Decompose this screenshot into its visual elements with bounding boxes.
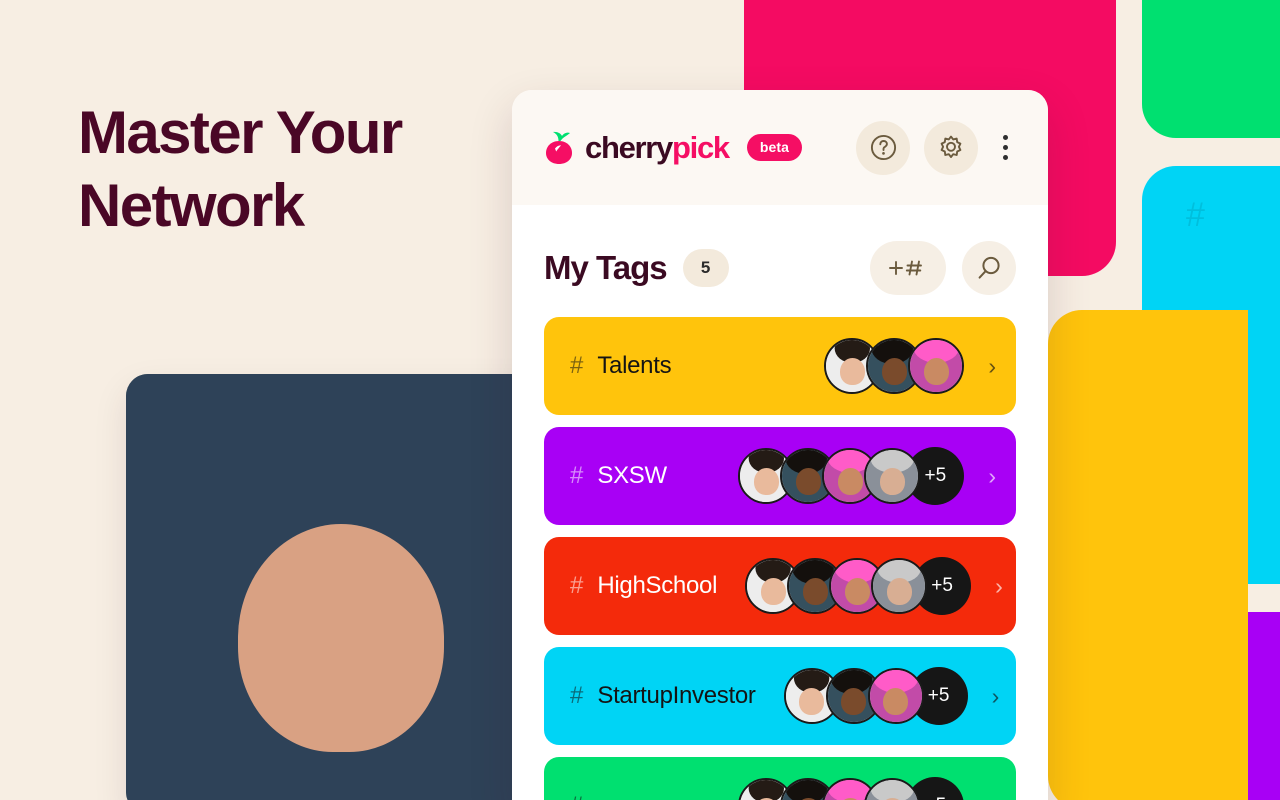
avatar-stack: +5	[745, 557, 972, 615]
kebab-menu-icon[interactable]	[992, 135, 1018, 160]
hash-icon: #	[570, 572, 584, 599]
hash-icon: #	[570, 792, 583, 800]
brand-name-second: pick	[672, 129, 730, 165]
tags-count-badge: 5	[682, 249, 729, 287]
chevron-right-icon[interactable]: ›	[995, 573, 1003, 600]
page-title: Master Your Network	[78, 99, 403, 240]
avatar	[126, 374, 556, 800]
avatar	[871, 558, 928, 614]
gear-icon	[940, 135, 962, 158]
chevron-right-icon[interactable]: ›	[988, 463, 996, 490]
tag-name: StartupInvestor	[597, 682, 756, 709]
hash-icon: #	[1186, 196, 1205, 234]
avatar-stack	[824, 338, 965, 394]
hash-icon: #	[788, 0, 807, 6]
tags-list: # Talents › # SXSW +5 › # HighSchool +5 › # StartupI…	[512, 295, 1048, 800]
avatar	[864, 778, 921, 800]
hash-icon: #	[570, 462, 584, 489]
avatar-stack: +5	[738, 777, 965, 800]
tags-title: My Tags	[544, 249, 668, 286]
beta-badge: beta	[746, 134, 803, 161]
hash-icon: #	[570, 682, 584, 709]
app-window: cherrypick beta My Tags 5 # Talents › # …	[512, 90, 1048, 800]
settings-button[interactable]	[924, 120, 978, 175]
tag-name: Talents	[597, 352, 672, 379]
chevron-right-icon[interactable]: ›	[988, 793, 996, 800]
tag-row[interactable]: # +5 ›	[544, 757, 1016, 800]
chevron-right-icon[interactable]: ›	[992, 683, 1000, 710]
chevron-right-icon[interactable]: ›	[988, 353, 996, 380]
avatar-stack: +5	[783, 667, 968, 725]
background-card-yellow	[1048, 310, 1248, 800]
brand-name-first: cherry	[585, 129, 673, 165]
screenshot-root: # # # # Master Your Network # Talents	[0, 0, 1280, 800]
tag-row[interactable]: # StartupInvestor +5 ›	[544, 647, 1016, 745]
tags-section-header: My Tags 5	[512, 205, 1048, 295]
avatar-stack: +5	[738, 447, 965, 505]
help-button[interactable]	[856, 120, 910, 175]
app-header: cherrypick beta	[512, 90, 1048, 205]
brand-text: cherrypick	[585, 129, 730, 166]
search-icon	[978, 256, 1000, 279]
cherry-logo-icon	[546, 131, 572, 164]
plus-hash-icon	[889, 260, 922, 276]
avatar	[867, 668, 924, 724]
hash-icon: #	[570, 352, 584, 379]
avatar	[908, 338, 965, 394]
tag-name: HighSchool	[597, 572, 718, 599]
tag-detail-card: #Talents Jessica Brown UX Designer @ App…	[126, 374, 556, 800]
tag-name: SXSW	[597, 462, 667, 489]
hash-icon: #	[1186, 0, 1205, 6]
question-circle-icon	[870, 134, 896, 161]
list-item[interactable]	[126, 374, 556, 800]
tag-row[interactable]: # SXSW +5 ›	[544, 427, 1016, 525]
avatar	[864, 448, 921, 504]
tag-row[interactable]: # Talents ›	[544, 317, 1016, 415]
search-button[interactable]	[962, 241, 1016, 295]
brand-logo[interactable]: cherrypick	[544, 129, 730, 166]
add-tag-button[interactable]	[870, 241, 946, 295]
background-card-green: #	[1142, 0, 1280, 138]
tag-row[interactable]: # HighSchool +5 ›	[544, 537, 1016, 635]
